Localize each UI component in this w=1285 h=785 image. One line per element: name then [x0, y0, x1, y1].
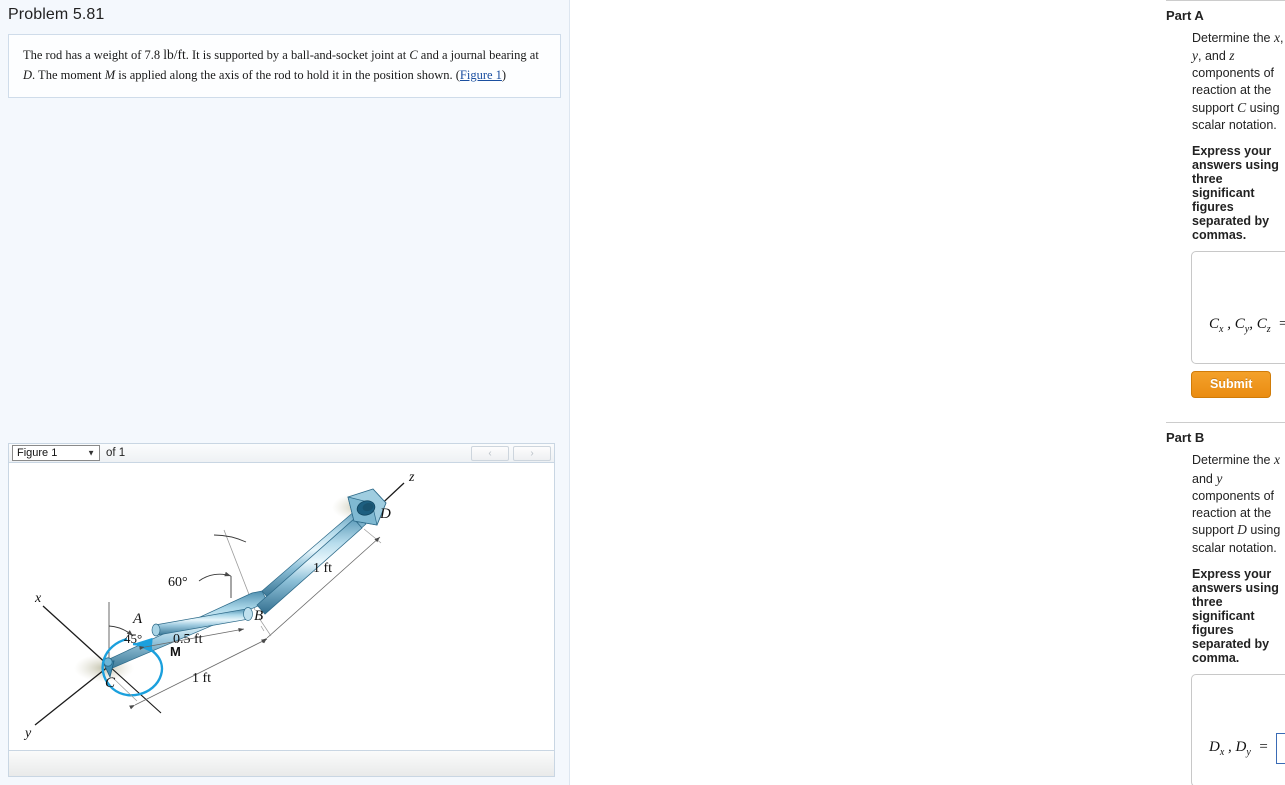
part-a-divider [1166, 0, 1285, 1]
part-b-answer-label: Dx , Dy = [1209, 738, 1269, 758]
part-a-actions: Submit My Answers Give Up [1191, 370, 1285, 398]
part-a-block: Part A Determine the x, y, and z compone… [570, 0, 1285, 398]
pb-point-d: D [1237, 522, 1247, 538]
axis-x [42, 605, 110, 667]
pa-sep1: , [1279, 31, 1284, 45]
part-b-block: Part B Determine the x and y components … [570, 422, 1285, 785]
part-b-answer-box: ΑΣϕ ↓↑ vec ? [1191, 673, 1285, 785]
chevron-down-icon: ▼ [87, 448, 95, 458]
left-problem-panel: Problem 5.81 The rod has a weight of 7.8… [0, 0, 570, 785]
figure-toolbar: Figure 1 ▼ of 1 ‹ › [8, 443, 555, 463]
label-dim-0-5ft: 0.5 ft [173, 632, 203, 647]
part-a-input-row: Cx , Cy, Cz = [1209, 310, 1285, 341]
label-dim-1ft-cb: 1 ft [192, 671, 211, 686]
pa-point-c: C [1237, 100, 1247, 116]
angle-arc-60-outer [213, 534, 247, 543]
prev-figure-button[interactable]: ‹ [471, 446, 509, 461]
figure-panel: Figure 1 ▼ of 1 ‹ › z x y D C A B M 60° … [8, 443, 555, 777]
page-title: Problem 5.81 [8, 6, 105, 23]
label-axis-z: z [408, 470, 415, 485]
pa-var-z: z [1229, 48, 1235, 64]
spacer-after-part-a [570, 398, 1285, 422]
rod-diagram: z x y D C A B M 60° 45° 0.5 ft 1 ft 1 ft [23, 470, 415, 741]
figure-count-label: of 1 [106, 447, 126, 459]
figure-select[interactable]: Figure 1 ▼ [12, 445, 100, 461]
part-b-answer-input[interactable] [1276, 732, 1285, 764]
figure-footer-bar [8, 751, 555, 777]
label-dim-1ft-bd: 1 ft [313, 561, 332, 576]
part-b-question: Determine the x and y components of reac… [1192, 451, 1285, 556]
label-axis-x: x [34, 591, 42, 606]
label-angle-45: 45° [124, 631, 142, 646]
statement-text-5: is applied along the axis of the rod to … [115, 67, 460, 82]
pa-sep2: , and [1198, 49, 1230, 64]
part-b-instruction: Express your answers using three signifi… [1192, 566, 1279, 665]
part-a-heading: Part A [1166, 8, 1204, 23]
problem-page: Problem 5.81 The rod has a weight of 7.8… [0, 0, 1285, 785]
statement-point-d: D [23, 67, 33, 82]
statement-text-2: . It is supported by a ball-and-socket j… [185, 48, 410, 62]
angle-arc-60 [198, 571, 232, 582]
figure-select-value: Figure 1 [17, 447, 58, 459]
statement-text-4: . The moment [32, 67, 105, 82]
pa-q1: Determine the [1192, 31, 1274, 45]
label-point-c: C [105, 675, 116, 691]
axis-y-positive [108, 665, 162, 714]
axis-y [34, 665, 110, 726]
figure-nav: ‹ › [471, 446, 551, 461]
next-figure-button[interactable]: › [513, 446, 551, 461]
statement-text-1: The rod has a weight of 7.8 [23, 48, 164, 62]
problem-statement: The rod has a weight of 7.8 lb/ft. It is… [8, 34, 561, 99]
statement-text-3: and a journal bearing at [417, 48, 539, 62]
pb-sep1: and [1192, 471, 1217, 486]
part-b-input-row: Dx , Dy = [1209, 732, 1285, 764]
figure-1-link[interactable]: Figure 1 [460, 68, 502, 82]
label-axis-y: y [23, 726, 32, 741]
part-b-divider [1166, 422, 1285, 424]
statement-unit: lb/ft [163, 47, 186, 62]
label-point-b: B [254, 608, 263, 624]
statement-point-c: C [409, 48, 418, 62]
pb-var-y: y [1216, 470, 1223, 486]
label-point-a: A [132, 611, 143, 627]
pb-var-x: x [1273, 452, 1280, 468]
part-a-question: Determine the x, y, and z components of … [1192, 29, 1285, 134]
right-answer-panel: Part A Determine the x, y, and z compone… [570, 0, 1285, 785]
statement-moment-m: M [104, 67, 116, 82]
part-b-heading: Part B [1166, 430, 1205, 446]
part-a-answer-label: Cx , Cy, Cz = [1209, 316, 1285, 336]
label-point-d: D [379, 506, 391, 522]
part-a-submit-button[interactable]: Submit [1191, 370, 1272, 398]
part-a-answer-box: □ ΑΣϕ ↓↑ vec [1191, 251, 1285, 365]
figure-canvas: z x y D C A B M 60° 45° 0.5 ft 1 ft 1 ft [8, 463, 555, 751]
statement-text-6: ) [501, 67, 507, 82]
pb-q1: Determine the [1192, 453, 1274, 468]
part-a-instruction: Express your answers using three signifi… [1192, 144, 1279, 243]
label-angle-60: 60° [168, 575, 188, 590]
